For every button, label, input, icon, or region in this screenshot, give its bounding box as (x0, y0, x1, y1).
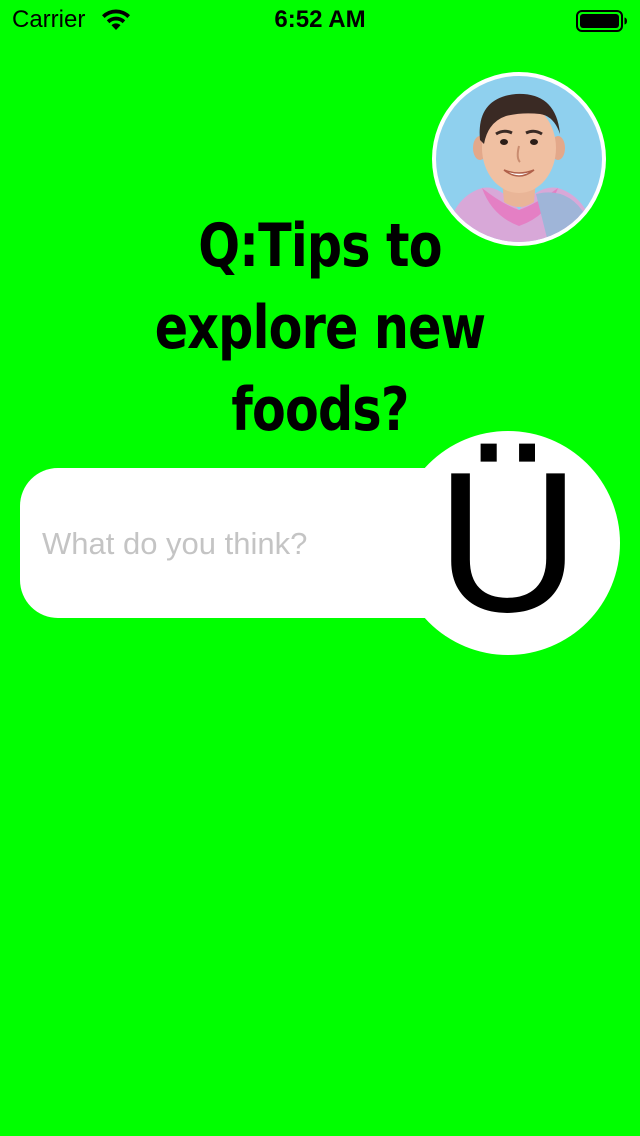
status-bar: Carrier 6:52 AM (0, 0, 640, 40)
status-time: 6:52 AM (274, 6, 366, 33)
avatar-photo (436, 76, 602, 242)
avatar[interactable] (432, 72, 606, 246)
submit-glyph: Ü (435, 431, 581, 654)
battery-icon (576, 10, 628, 32)
answer-input[interactable] (40, 468, 434, 620)
submit-button[interactable]: Ü (396, 431, 620, 655)
screen: Carrier 6:52 AM Q:Tips to explore new fo… (0, 0, 640, 1136)
